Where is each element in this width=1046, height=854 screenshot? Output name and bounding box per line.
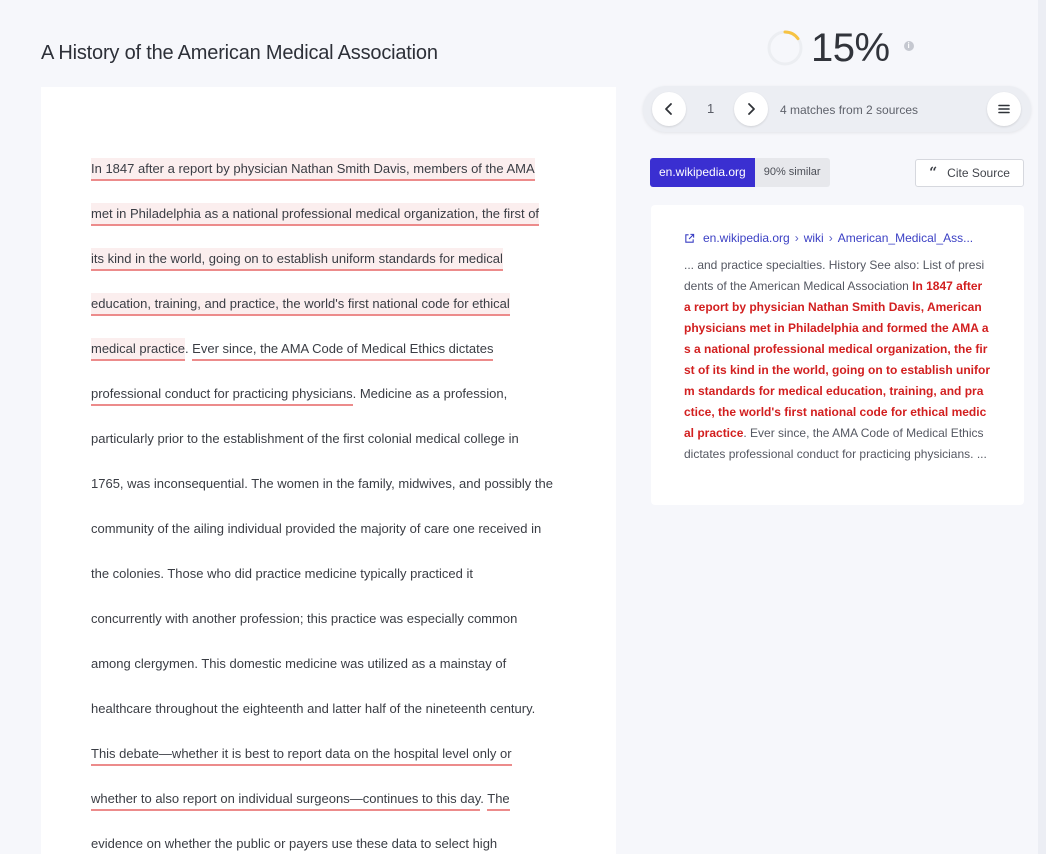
hamburger-menu-icon — [998, 104, 1010, 114]
document-line: professional conduct for practicing phys… — [91, 371, 581, 416]
breadcrumb-page[interactable]: American_Medical_Ass... — [838, 231, 973, 245]
similarity-score: 15% i — [766, 25, 914, 70]
document-line: This debate—whether it is best to report… — [91, 731, 581, 776]
document-text: healthcare throughout the eighteenth and… — [91, 701, 536, 716]
previous-match-button[interactable] — [652, 92, 686, 126]
source-snippet: ... and practice specialties. History Se… — [684, 255, 990, 465]
matched-text[interactable]: In 1847 after a report by physician Nath… — [91, 158, 535, 181]
chevron-right-icon — [748, 103, 755, 115]
document-line: education, training, and practice, the w… — [91, 281, 581, 326]
source-breadcrumb[interactable]: en.wikipedia.org › wiki › American_Medic… — [684, 231, 973, 245]
document-line: medical practice. Ever since, the AMA Co… — [91, 326, 581, 371]
matched-text[interactable]: This debate—whether it is best to report… — [91, 743, 512, 766]
external-link-icon — [685, 233, 695, 243]
document-line: concurrently with another profession; th… — [91, 596, 581, 641]
next-match-button[interactable] — [734, 92, 768, 126]
score-value: 15% — [811, 25, 890, 70]
matched-text[interactable]: medical practice — [91, 338, 185, 361]
document-body: In 1847 after a report by physician Nath… — [91, 146, 581, 854]
matches-summary: 4 matches from 2 sources — [780, 103, 919, 117]
document-line: community of the ailing individual provi… — [91, 506, 581, 551]
document-text: community of the ailing individual provi… — [91, 521, 542, 536]
matched-text[interactable]: evidence on whether the public or payers… — [91, 833, 498, 854]
breadcrumb-separator: › — [828, 231, 833, 245]
document-text: particularly prior to the establishment … — [91, 431, 519, 446]
document-title: A History of the American Medical Associ… — [41, 42, 438, 64]
breadcrumb-separator: › — [794, 231, 799, 245]
source-domain[interactable]: en.wikipedia.org — [650, 158, 755, 187]
matched-text[interactable]: professional conduct for practicing phys… — [91, 383, 353, 406]
match-page-number: 1 — [707, 101, 715, 116]
snippet-match: In 1847 after a report by physician Nath… — [684, 279, 990, 440]
score-ring-icon — [767, 30, 803, 66]
matched-text[interactable]: Ever since, the AMA Code of Medical Ethi… — [192, 338, 494, 361]
matched-text[interactable]: whether to also report on individual sur… — [91, 788, 481, 811]
document-line: evidence on whether the public or payers… — [91, 821, 581, 854]
matched-text[interactable]: The — [487, 788, 510, 811]
document-text: 1765, was inconsequential. The women in … — [91, 476, 553, 491]
document-line: its kind in the world, going on to estab… — [91, 236, 581, 281]
breadcrumb-domain[interactable]: en.wikipedia.org — [703, 231, 790, 245]
cite-source-label: Cite Source — [947, 166, 1010, 180]
document-line: the colonies. Those who did practice med… — [91, 551, 581, 596]
document-line: healthcare throughout the eighteenth and… — [91, 686, 581, 731]
window-edge — [1038, 0, 1046, 854]
breadcrumb-path[interactable]: wiki — [804, 231, 824, 245]
document-line: among clergymen. This domestic medicine … — [91, 641, 581, 686]
document-line: particularly prior to the establishment … — [91, 416, 581, 461]
match-navigation: 1 4 matches from 2 sources — [643, 86, 1031, 132]
menu-button[interactable] — [987, 92, 1021, 126]
info-icon[interactable]: i — [903, 41, 914, 51]
matched-text[interactable]: education, training, and practice, the w… — [91, 293, 510, 316]
document-text: among clergymen. This domestic medicine … — [91, 656, 507, 671]
document-line: met in Philadelphia as a national profes… — [91, 191, 581, 236]
matched-text[interactable]: its kind in the world, going on to estab… — [91, 248, 503, 271]
source-similarity: 90% similar — [754, 158, 830, 187]
cite-source-button[interactable]: “ Cite Source — [915, 159, 1024, 187]
document-text: concurrently with another profession; th… — [91, 611, 518, 626]
document-line: whether to also report on individual sur… — [91, 776, 581, 821]
source-tag[interactable]: en.wikipedia.org 90% similar — [650, 158, 830, 187]
chevron-left-icon — [665, 103, 672, 115]
matched-text[interactable]: met in Philadelphia as a national profes… — [91, 203, 540, 226]
document-text: the colonies. Those who did practice med… — [91, 566, 474, 581]
source-card: en.wikipedia.org › wiki › American_Medic… — [651, 205, 1024, 505]
quote-icon: “ — [929, 165, 938, 181]
document-line: 1765, was inconsequential. The women in … — [91, 461, 581, 506]
document-line: In 1847 after a report by physician Nath… — [91, 146, 581, 191]
document-text: . Medicine as a profession, — [352, 386, 508, 401]
